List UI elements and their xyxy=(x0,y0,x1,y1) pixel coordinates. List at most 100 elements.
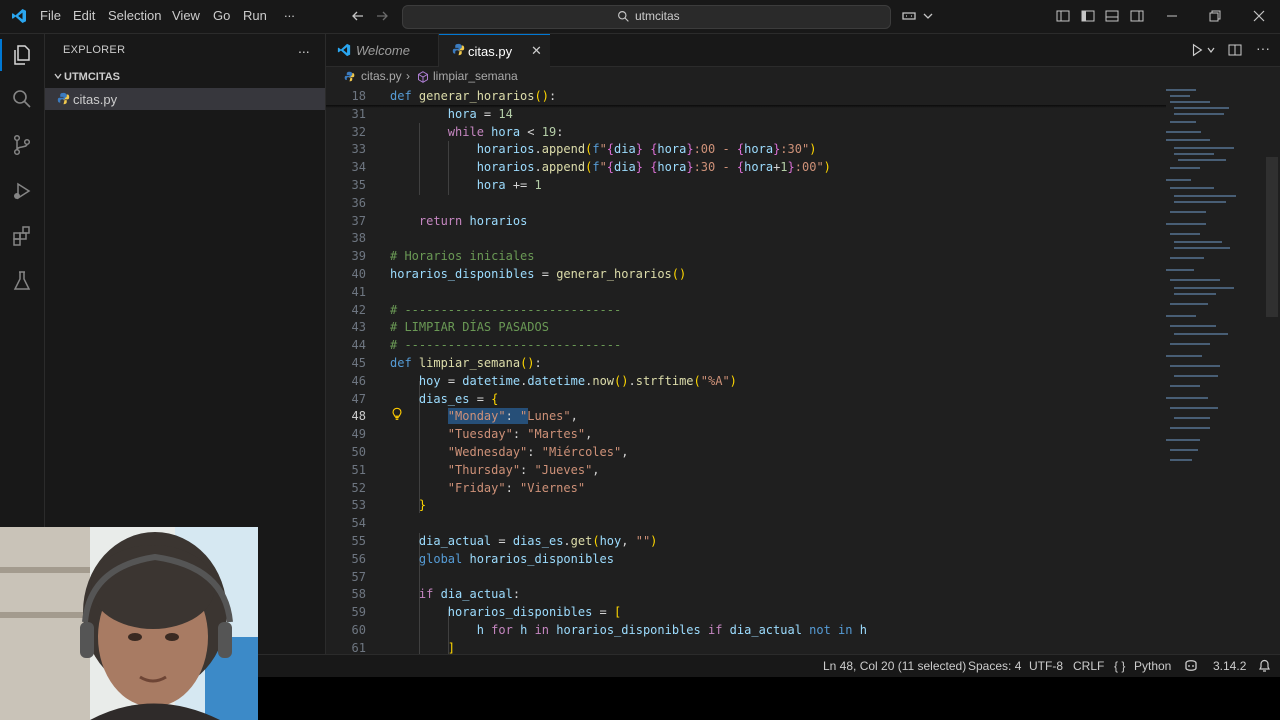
breadcrumb-symbol[interactable]: limpiar_semana xyxy=(433,69,518,83)
code-token: hora xyxy=(491,124,521,139)
search-icon[interactable] xyxy=(10,87,34,111)
code-line[interactable]: 36 xyxy=(326,194,1166,212)
code-token: "%A" xyxy=(700,373,730,388)
menu-edit[interactable]: Edit xyxy=(73,8,95,23)
code-line[interactable]: 60 h for h in horarios_disponibles if di… xyxy=(326,621,1166,639)
file-item-citas[interactable]: citas.py xyxy=(45,88,325,110)
source-control-icon[interactable] xyxy=(10,133,34,157)
run-file-icon[interactable] xyxy=(1190,43,1204,57)
line-number: 61 xyxy=(351,640,366,654)
layout-panels-icon[interactable] xyxy=(1055,8,1071,24)
code-line[interactable]: 55 dia_actual = dias_es.get(hoy, "") xyxy=(326,532,1166,550)
menu-selection[interactable]: Selection xyxy=(108,8,161,23)
encoding[interactable]: UTF-8 xyxy=(1029,659,1063,673)
code-line[interactable]: 18 def generar_horarios(): xyxy=(326,87,1166,105)
code-line[interactable]: 33 horarios.append(f"{dia} {hora}:00 - {… xyxy=(326,140,1166,158)
tab-welcome[interactable]: Welcome xyxy=(326,34,439,66)
code-line[interactable]: 59 horarios_disponibles = [ xyxy=(326,603,1166,621)
bell-icon[interactable] xyxy=(1258,659,1271,673)
line-number: 33 xyxy=(351,142,366,157)
extensions-icon[interactable] xyxy=(10,224,34,248)
chevron-down-icon[interactable] xyxy=(920,8,936,24)
menu-go[interactable]: Go xyxy=(213,8,230,23)
menu-file[interactable]: File xyxy=(40,8,61,23)
tab-close-icon[interactable]: ✕ xyxy=(531,43,542,59)
code-line[interactable]: 50 "Wednesday": "Miércoles", xyxy=(326,443,1166,461)
code-line[interactable]: 56 global horarios_disponibles xyxy=(326,550,1166,568)
minimize-icon[interactable] xyxy=(1164,8,1180,24)
code-line[interactable]: 48 "Monday": "Lunes", xyxy=(326,407,1166,425)
split-editor-icon[interactable] xyxy=(1227,42,1243,58)
explorer-more-actions[interactable]: ... xyxy=(298,40,310,56)
code-line[interactable]: 45 def limpiar_semana(): xyxy=(326,354,1166,372)
code-line[interactable]: 35 hora += 1 xyxy=(326,176,1166,194)
code-line[interactable]: 54 xyxy=(326,514,1166,532)
copilot-icon[interactable] xyxy=(1183,659,1199,673)
code-text: hora += 1 xyxy=(390,176,542,194)
code-line[interactable]: 40 horarios_disponibles = generar_horario… xyxy=(326,265,1166,283)
code-text: ] xyxy=(390,639,455,654)
code-line[interactable]: 57 xyxy=(326,568,1166,586)
editor-scrollbar[interactable] xyxy=(1266,157,1278,317)
code-line[interactable]: 34 horarios.append(f"{dia} {hora}:30 - {… xyxy=(326,158,1166,176)
line-number: 53 xyxy=(351,498,366,513)
code-token: ) xyxy=(527,356,535,370)
code-line[interactable]: 32 while hora < 19: xyxy=(326,123,1166,141)
back-arrow-icon[interactable] xyxy=(350,8,366,24)
menu-view[interactable]: View xyxy=(172,8,200,23)
code-line[interactable]: 31 hora = 14 xyxy=(326,105,1166,123)
code-line[interactable]: 51 "Thursday": "Jueves", xyxy=(326,461,1166,479)
vscode-logo-icon xyxy=(337,43,351,57)
tab-citas-py[interactable]: citas.py ✕ xyxy=(439,34,550,67)
code-line[interactable]: 49 "Tuesday": "Martes", xyxy=(326,425,1166,443)
code-line[interactable]: 43 # LIMPIAR DÍAS PASADOS xyxy=(326,318,1166,336)
toggle-secondary-sidebar-icon[interactable] xyxy=(1129,8,1145,24)
code-line[interactable]: 44 # ------------------------------ xyxy=(326,336,1166,354)
code-line[interactable]: 58 if dia_actual: xyxy=(326,585,1166,603)
command-center-search[interactable]: utmcitas xyxy=(402,5,891,29)
language-mode[interactable]: Python xyxy=(1134,659,1171,673)
forward-arrow-icon[interactable] xyxy=(374,8,390,24)
run-debug-icon[interactable] xyxy=(10,179,34,203)
folder-row[interactable]: UTMCITAS xyxy=(45,68,325,88)
breadcrumb-file[interactable]: citas.py xyxy=(361,69,402,83)
restore-icon[interactable] xyxy=(1207,8,1223,24)
cursor-position[interactable]: Ln 48, Col 20 (11 selected) xyxy=(823,659,966,673)
code-line[interactable]: 52 "Friday": "Viernes" xyxy=(326,479,1166,497)
menu-run[interactable]: Run xyxy=(243,8,267,23)
menu-more[interactable]: ... xyxy=(284,5,295,20)
explorer-files-icon[interactable] xyxy=(10,43,34,67)
code-token: generar_horarios xyxy=(418,89,535,103)
code-line[interactable]: 53 } xyxy=(326,496,1166,514)
toggle-sidebar-icon[interactable] xyxy=(1080,8,1096,24)
code-editor[interactable]: 18 def generar_horarios(): 31 hora = 14 32 … xyxy=(326,87,1280,654)
line-endings[interactable]: CRLF xyxy=(1073,659,1104,673)
indentation[interactable]: Spaces: 4 xyxy=(968,659,1021,673)
chevron-down-icon[interactable] xyxy=(1206,45,1216,55)
code-line[interactable]: 37 return horarios xyxy=(326,212,1166,230)
explorer-title: EXPLORER xyxy=(63,44,126,56)
code-token: if xyxy=(707,623,723,637)
code-token: . xyxy=(628,373,636,388)
code-line[interactable]: 61 ] xyxy=(326,639,1166,654)
copilot-icon[interactable] xyxy=(901,8,917,24)
code-line[interactable]: 41 xyxy=(326,283,1166,301)
minimap[interactable] xyxy=(1164,87,1264,654)
code-line[interactable]: 47 dias_es = { xyxy=(326,390,1166,408)
vscode-logo-icon[interactable] xyxy=(11,8,27,24)
code-line[interactable]: 42 # ------------------------------ xyxy=(326,301,1166,319)
python-version[interactable]: 3.14.2 xyxy=(1213,659,1246,673)
code-line[interactable]: 38 xyxy=(326,229,1166,247)
more-actions-icon[interactable]: ··· xyxy=(1256,40,1270,56)
close-window-icon[interactable] xyxy=(1251,8,1267,24)
python-file-icon xyxy=(344,71,355,82)
code-text: hoy = datetime.datetime.now().strftime("… xyxy=(390,372,737,390)
code-line[interactable]: 46 hoy = datetime.datetime.now().strftim… xyxy=(326,372,1166,390)
toggle-panel-icon[interactable] xyxy=(1104,8,1120,24)
code-line[interactable]: 39 # Horarios iniciales xyxy=(326,247,1166,265)
testing-flask-icon[interactable] xyxy=(10,269,34,293)
code-token: , xyxy=(585,427,593,442)
